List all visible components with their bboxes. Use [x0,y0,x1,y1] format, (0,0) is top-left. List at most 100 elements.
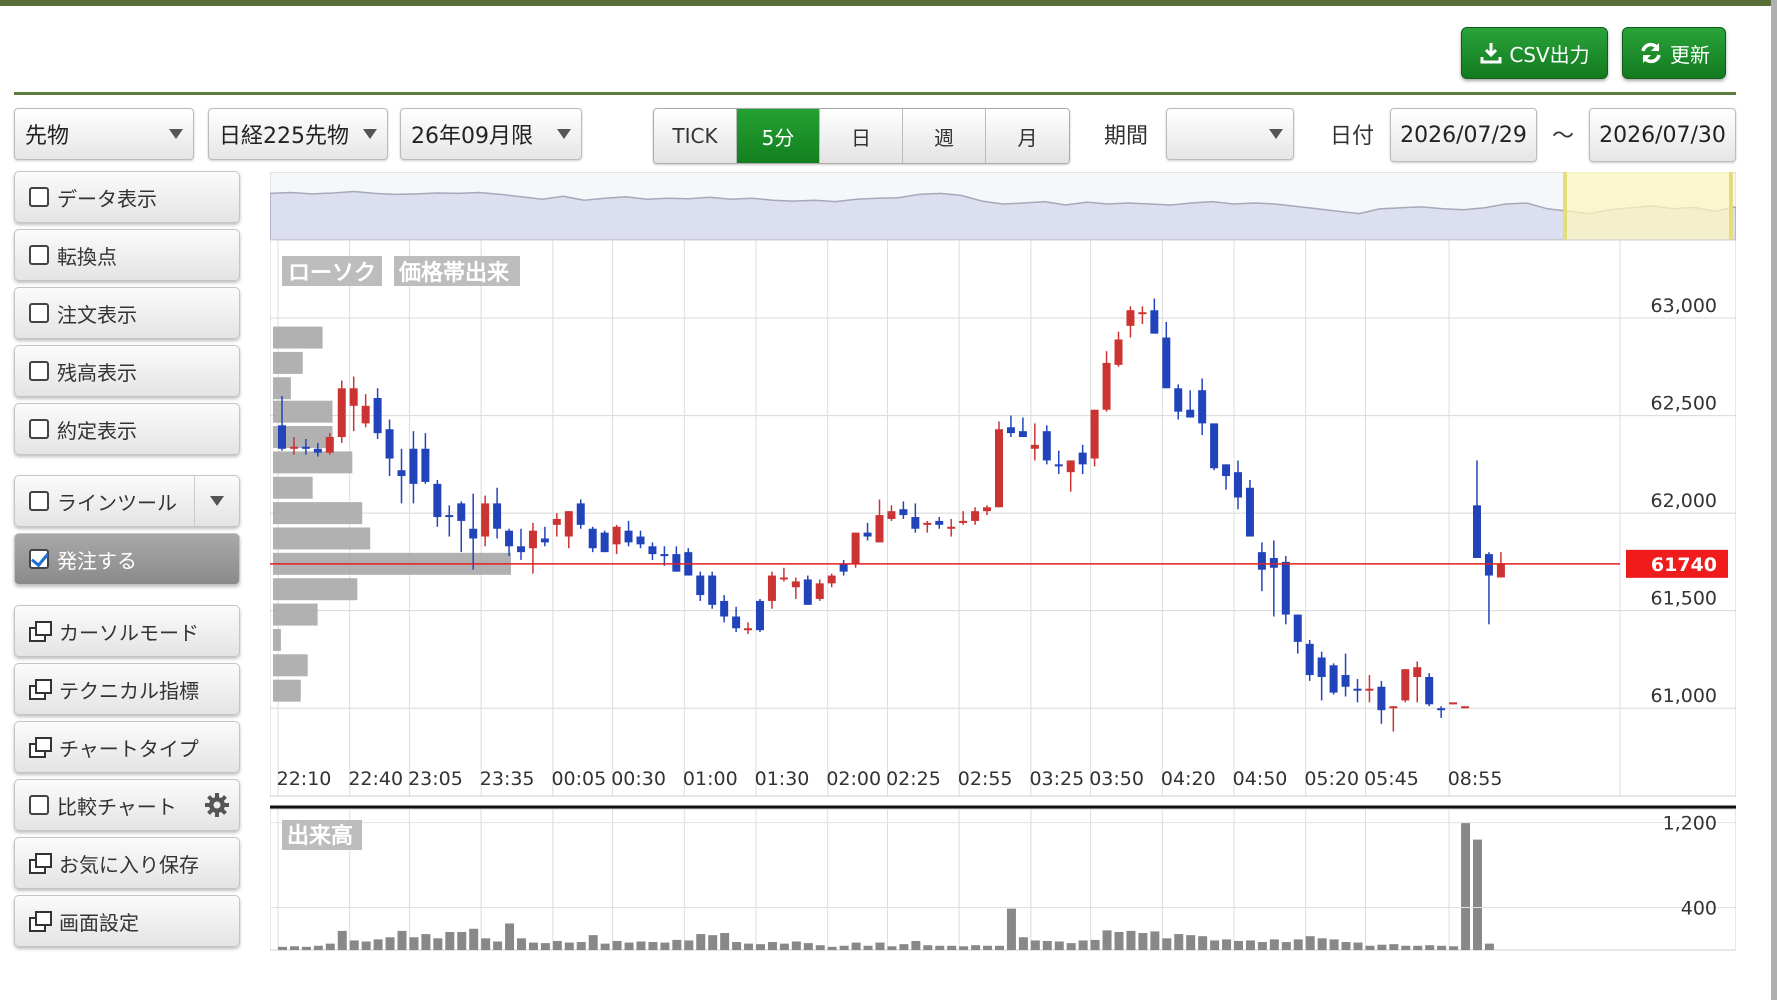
volume-bar [1114,931,1124,950]
volume-bar [1186,935,1196,950]
date-from-input[interactable]: 2026/07/29 [1390,108,1537,162]
candle-body [624,530,633,543]
navigator-right-handle[interactable] [1729,172,1733,240]
technical-indicator-button[interactable]: テクニカル指標 [14,663,240,715]
screen-settings-button[interactable]: 画面設定 [14,895,240,947]
x-tick-label: 03:50 [1089,768,1144,790]
period-label: 期間 [1104,124,1149,149]
execution-display-checkbox[interactable] [29,419,49,439]
candle-body [385,429,394,459]
place-order-toggle[interactable]: 発注する [14,533,240,585]
volume-bar [373,939,383,950]
volume-bar [1042,940,1052,950]
candle-body [1114,339,1123,365]
tab-tick[interactable]: TICK [654,109,737,163]
save-favorite-button[interactable]: お気に入り保存 [14,837,240,889]
navigator-left-handle[interactable] [1563,172,1567,240]
line-tool-dropdown[interactable] [194,476,239,526]
navigator-range-window[interactable] [1563,172,1733,240]
candle-tag: ローソク [288,261,376,286]
line-tool-checkbox[interactable] [29,491,49,511]
price-profile-bar [273,603,318,626]
x-tick-label: 08:55 [1448,768,1503,790]
contract-select[interactable]: 26年09月限 [400,108,582,160]
data-display-label: データ表示 [57,186,157,211]
candle-body [612,526,621,545]
candle [600,530,609,553]
volume-bar [684,940,694,950]
volume-bar [1341,942,1351,950]
volume-bar [1473,839,1482,950]
volume-bar [349,940,359,950]
compare-chart-checkbox[interactable] [29,795,49,815]
chart-type-button[interactable]: チャートタイプ [14,721,240,773]
volume-bar [827,946,837,950]
candle [708,571,717,609]
price-profile-bar [273,476,313,499]
chart-area[interactable]: 61740 61,000 61,500 62,000 62,500 63,000 22:… [269,171,1737,952]
volume-bar [911,940,921,950]
volume-bar [588,935,598,950]
candle-body [803,579,812,605]
tab-month[interactable]: 月 [986,109,1069,163]
candle-body [1234,472,1242,498]
volume-bar [636,941,646,950]
volume-tick-label: 400 [1681,898,1717,920]
candle-body [947,526,956,529]
candle-body [469,528,478,539]
candle-body [1186,409,1195,418]
line-tool-toggle[interactable]: ラインツール [14,475,240,527]
execution-display-label: 約定表示 [57,418,137,443]
volume-bar [983,945,993,950]
turning-point-label: 転換点 [57,244,117,269]
candlestick-chart[interactable]: 61740 61,000 61,500 62,000 62,500 63,000 22:… [269,171,1737,952]
volume-bar [1150,931,1160,950]
candle-body [1269,557,1278,568]
x-tick-label: 04:50 [1233,768,1288,790]
period-select[interactable] [1166,108,1294,160]
volume-bar [1269,939,1279,950]
data-display-toggle[interactable]: データ表示 [14,171,240,223]
compare-chart-settings[interactable] [195,780,239,830]
volume-bar [1389,944,1399,950]
candle-body [301,446,310,449]
balance-display-toggle[interactable]: 残高表示 [14,345,240,397]
x-tick-label: 03:25 [1029,768,1084,790]
candle-body [421,448,430,482]
product-select[interactable]: 日経225先物 [208,108,388,160]
volume-bar [767,942,777,950]
candle-body [1126,310,1135,326]
cursor-mode-label: カーソルモード [59,620,199,645]
tab-day[interactable]: 日 [820,109,903,163]
volume-bar [1401,945,1411,950]
price-profile-bar [273,679,301,702]
cursor-mode-button[interactable]: カーソルモード [14,605,240,657]
candle-body [278,425,286,449]
execution-display-toggle[interactable]: 約定表示 [14,403,240,455]
market-select[interactable]: 先物 [14,108,194,160]
date-to-input[interactable]: 2026/07/30 [1589,108,1736,162]
refresh-button[interactable]: 更新 [1622,27,1726,79]
market-select-value: 先物 [25,124,70,149]
volume-bar [660,942,670,950]
candle-body [588,528,597,549]
candle-body [1496,563,1505,578]
volume-bar [851,942,861,950]
csv-export-button[interactable]: CSV出力 [1461,27,1608,79]
volume-bar [1138,933,1148,950]
balance-display-checkbox[interactable] [29,361,49,381]
order-display-toggle[interactable]: 注文表示 [14,287,240,339]
compare-chart-toggle[interactable]: 比較チャート [14,779,240,831]
volume-bar [540,943,550,950]
turning-point-checkbox[interactable] [29,245,49,265]
turning-point-toggle[interactable]: 転換点 [14,229,240,281]
tab-week[interactable]: 週 [903,109,986,163]
candle-body [552,518,561,525]
candle-body [1030,444,1039,449]
order-display-checkbox[interactable] [29,303,49,323]
tab-5min[interactable]: 5分 [737,109,820,163]
volume-bar [995,945,1004,950]
x-tick-label: 05:45 [1364,768,1419,790]
data-display-checkbox[interactable] [29,187,49,207]
place-order-checkbox[interactable] [29,549,49,569]
